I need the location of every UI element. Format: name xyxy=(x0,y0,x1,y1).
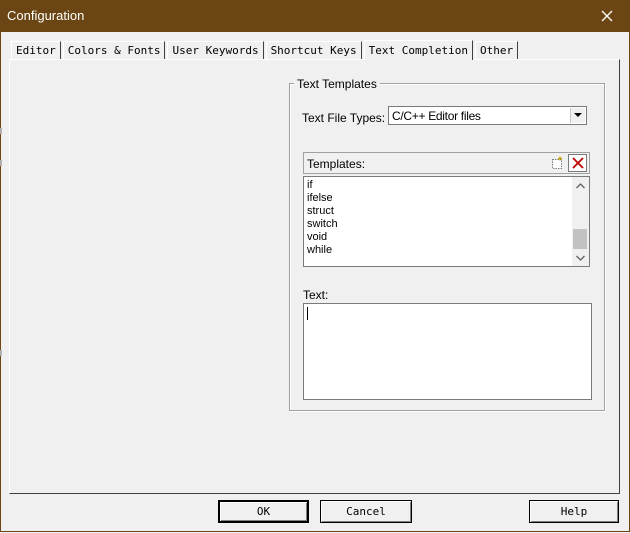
list-item[interactable]: while xyxy=(307,244,338,257)
file-types-label: Text File Types: xyxy=(302,111,386,125)
edge-mark xyxy=(0,350,2,356)
tab-other[interactable]: Other xyxy=(475,41,519,59)
template-text-area[interactable] xyxy=(303,303,592,400)
chevron-up-icon xyxy=(576,182,585,188)
chevron-down-icon xyxy=(576,255,585,261)
list-item[interactable]: void xyxy=(307,231,338,244)
tab-strip: Editor Colors & Fonts User Keywords Shor… xyxy=(11,39,520,60)
edge-mark xyxy=(0,128,2,134)
templates-header: Templates: xyxy=(303,152,590,174)
window-title: Configuration xyxy=(7,8,85,23)
text-caret xyxy=(307,307,308,320)
close-button[interactable] xyxy=(584,0,630,32)
scroll-up-button[interactable] xyxy=(572,177,589,194)
delete-x-icon xyxy=(571,157,584,169)
new-item-icon xyxy=(551,156,562,169)
text-label: Text: xyxy=(303,288,329,302)
templates-scrollbar[interactable] xyxy=(572,177,589,266)
list-item[interactable]: if xyxy=(307,179,338,192)
new-template-button[interactable] xyxy=(547,154,566,172)
tab-user-keywords[interactable]: User Keywords xyxy=(167,41,264,59)
file-types-value: C/C++ Editor files xyxy=(392,109,481,123)
templates-list[interactable]: if ifelse struct switch void while xyxy=(303,176,590,267)
list-item[interactable]: ifelse xyxy=(307,192,338,205)
chevron-down-icon xyxy=(574,113,582,117)
delete-template-button[interactable] xyxy=(568,154,587,172)
edge-mark xyxy=(0,160,2,166)
scrollbar-thumb[interactable] xyxy=(573,229,587,249)
help-button[interactable]: Help xyxy=(529,500,619,523)
tab-colors-fonts[interactable]: Colors & Fonts xyxy=(62,41,166,59)
list-item[interactable]: struct xyxy=(307,205,338,218)
close-icon xyxy=(601,10,613,22)
tab-shortcut-keys[interactable]: Shortcut Keys xyxy=(265,41,362,59)
file-types-select[interactable]: C/C++ Editor files xyxy=(388,106,587,125)
tab-editor[interactable]: Editor xyxy=(11,41,61,59)
scroll-down-button[interactable] xyxy=(572,249,589,266)
list-item[interactable]: switch xyxy=(307,218,338,231)
file-types-dropdown-button[interactable] xyxy=(570,108,585,123)
text-templates-group-label: Text Templates xyxy=(294,77,380,91)
ok-button[interactable]: OK xyxy=(218,500,309,523)
templates-label: Templates: xyxy=(307,157,366,171)
tab-text-completion[interactable]: Text Completion xyxy=(363,40,473,60)
cancel-button[interactable]: Cancel xyxy=(320,500,412,523)
title-bar: Configuration xyxy=(0,0,630,32)
